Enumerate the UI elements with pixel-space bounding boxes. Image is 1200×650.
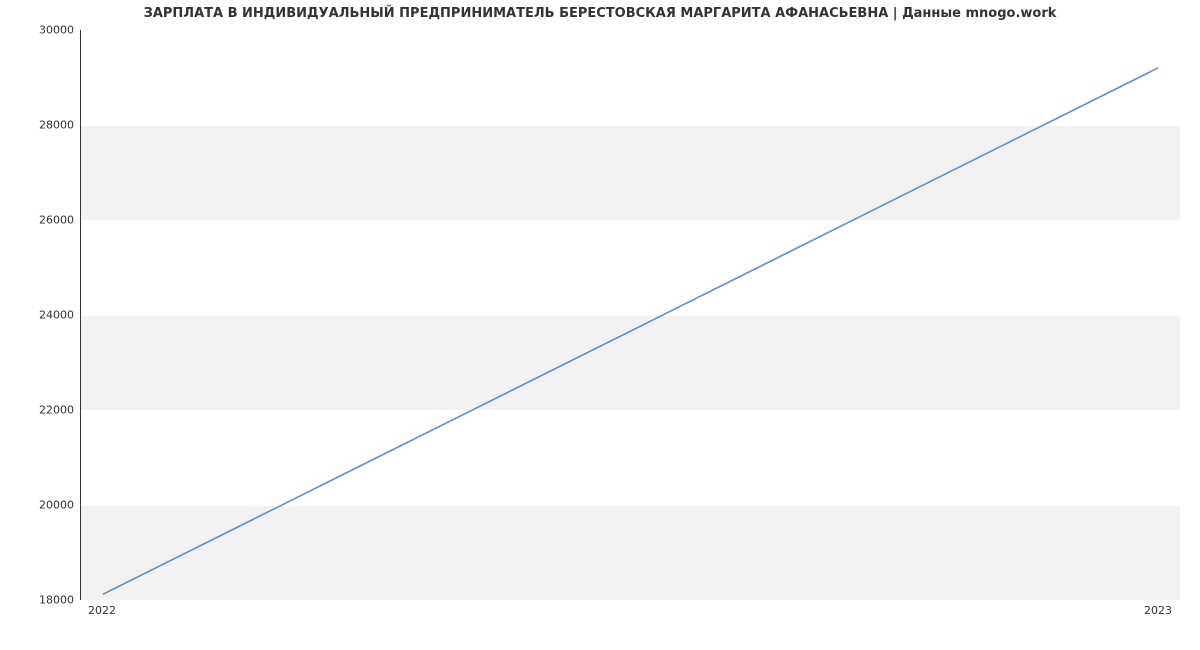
y-tick-label: 24000	[14, 309, 74, 322]
chart-title: ЗАРПЛАТА В ИНДИВИДУАЛЬНЫЙ ПРЕДПРИНИМАТЕЛ…	[0, 6, 1200, 21]
y-tick-label: 22000	[14, 404, 74, 417]
plot-area	[80, 30, 1180, 600]
y-tick-label: 30000	[14, 24, 74, 37]
line-layer	[81, 30, 1180, 599]
x-tick-label: 2023	[1144, 604, 1172, 617]
chart-container: ЗАРПЛАТА В ИНДИВИДУАЛЬНЫЙ ПРЕДПРИНИМАТЕЛ…	[0, 0, 1200, 650]
y-tick-label: 20000	[14, 499, 74, 512]
x-tick-label: 2022	[88, 604, 116, 617]
y-tick-label: 28000	[14, 119, 74, 132]
gridline	[81, 600, 1180, 601]
y-tick-label: 26000	[14, 214, 74, 227]
y-tick-label: 18000	[14, 594, 74, 607]
series-line	[103, 68, 1158, 594]
